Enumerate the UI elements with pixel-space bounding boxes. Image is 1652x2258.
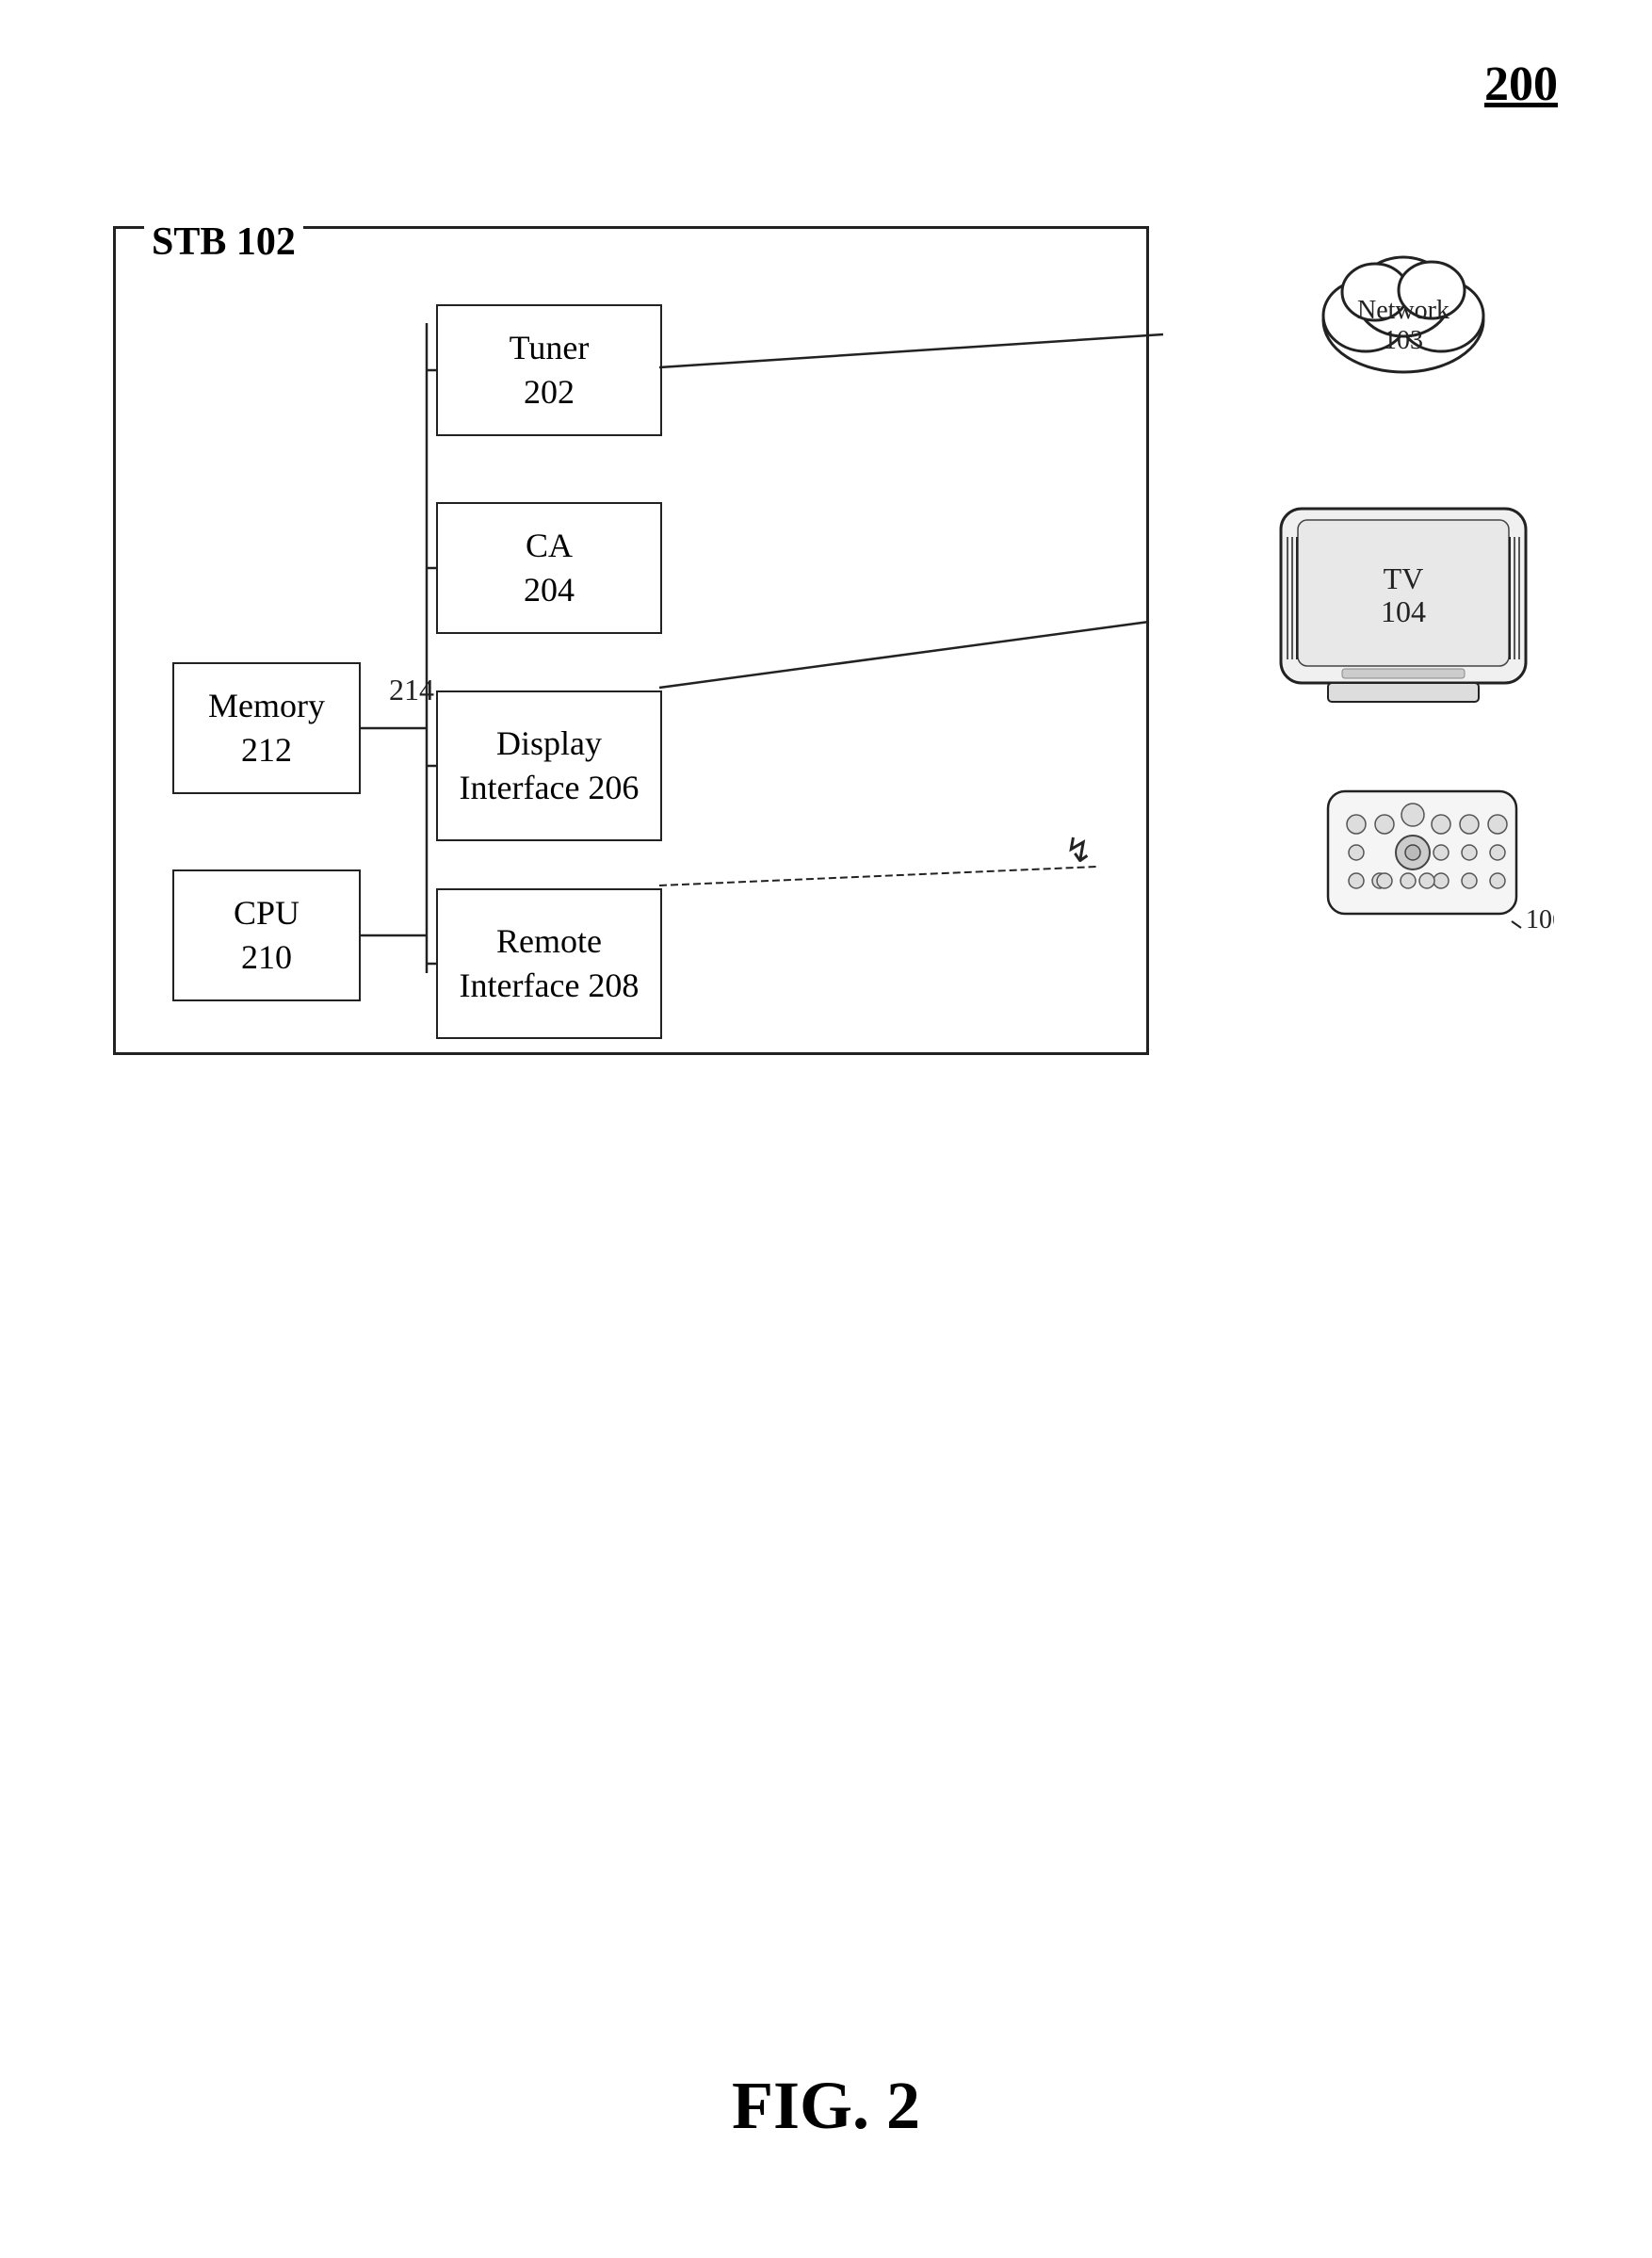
svg-text:106: 106 xyxy=(1526,905,1554,934)
cpu-label: CPU210 xyxy=(234,891,300,980)
cpu-box: CPU210 xyxy=(172,869,361,1001)
display-interface-label: DisplayInterface 206 xyxy=(460,722,640,810)
remote-interface-box: RemoteInterface 208 xyxy=(436,888,662,1039)
diagram-area: STB 102 Tuner202 CA204 DisplayInterface … xyxy=(75,151,1563,1187)
network-cloud-svg: Network 103 xyxy=(1300,226,1507,396)
memory-box: Memory212 xyxy=(172,662,361,794)
remote-control: 106 xyxy=(1309,782,1554,970)
tuner-box: Tuner202 xyxy=(436,304,662,436)
remote-svg: 106 xyxy=(1309,782,1554,970)
ca-label: CA204 xyxy=(524,524,575,612)
tuner-label: Tuner202 xyxy=(510,326,590,414)
tv-display: TV 104 xyxy=(1271,499,1535,725)
stb-label: STB 102 xyxy=(144,219,303,265)
svg-text:TV: TV xyxy=(1384,561,1424,595)
stb-box: STB 102 Tuner202 CA204 DisplayInterface … xyxy=(113,226,1149,1055)
figure-caption: FIG. 2 xyxy=(0,2067,1652,2145)
remote-interface-label: RemoteInterface 208 xyxy=(460,919,640,1008)
svg-text:103: 103 xyxy=(1384,326,1423,355)
figure-number: 200 xyxy=(1484,57,1558,112)
tv-svg: TV 104 xyxy=(1271,499,1535,725)
network-cloud: Network 103 xyxy=(1300,226,1507,396)
svg-text:104: 104 xyxy=(1381,594,1426,628)
svg-text:Network: Network xyxy=(1357,296,1450,325)
svg-text:214: 214 xyxy=(389,673,434,707)
memory-label: Memory212 xyxy=(208,684,325,772)
display-interface-box: DisplayInterface 206 xyxy=(436,690,662,841)
ca-box: CA204 xyxy=(436,502,662,634)
